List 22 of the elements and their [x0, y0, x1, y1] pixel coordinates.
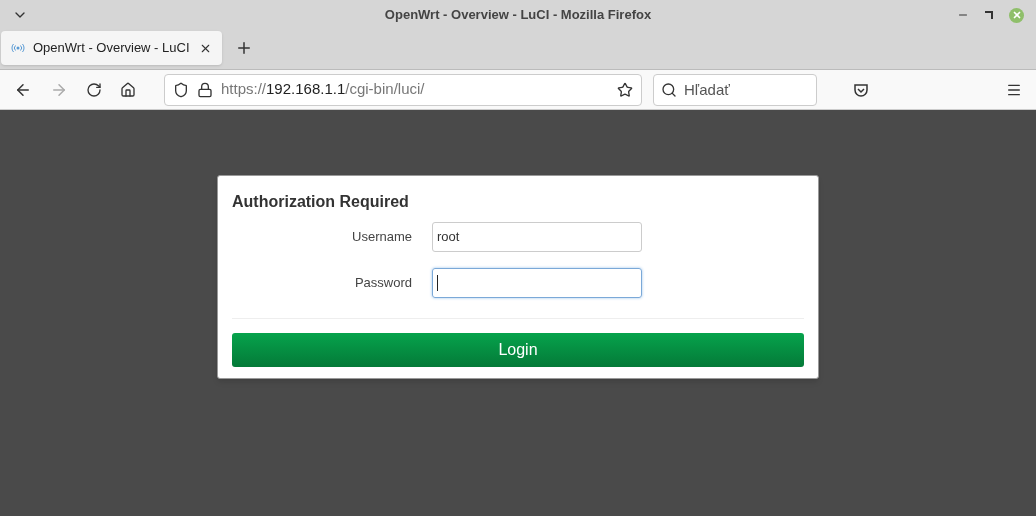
- tab-title: OpenWrt - Overview - LuCI: [33, 39, 190, 58]
- lock-icon[interactable]: [197, 81, 213, 98]
- input-field[interactable]: root: [432, 222, 642, 252]
- pocket-icon[interactable]: [853, 81, 869, 98]
- url-text: https://192.168.1.1/cgi-bin/luci/: [221, 79, 425, 100]
- search-icon: [661, 81, 677, 98]
- field-label: Username: [352, 228, 412, 247]
- window-title: OpenWrt - Overview - LuCI - Mozilla Firefox: [384, 6, 652, 25]
- wireless-icon: [11, 43, 25, 53]
- new-tab-icon[interactable]: [235, 39, 253, 57]
- reload-icon[interactable]: [86, 81, 102, 98]
- input-field[interactable]: [432, 268, 642, 298]
- card-title: Authorization Required: [232, 192, 410, 212]
- browser-tab[interactable]: OpenWrt - Overview - LuCI: [1, 31, 222, 65]
- home-icon[interactable]: [120, 81, 136, 98]
- field-label: Password: [354, 274, 412, 293]
- address-bar[interactable]: https://192.168.1.1/cgi-bin/luci/: [164, 73, 642, 106]
- bookmark-star-icon[interactable]: [617, 81, 633, 98]
- shield-icon[interactable]: [173, 81, 189, 98]
- search-field[interactable]: Hľadať: [653, 73, 817, 106]
- login-button[interactable]: Login: [232, 333, 804, 367]
- restore-icon[interactable]: [985, 11, 993, 19]
